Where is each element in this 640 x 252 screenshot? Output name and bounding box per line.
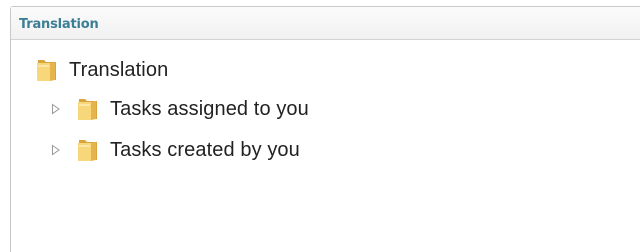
expand-triangle-icon[interactable] [50, 144, 62, 156]
tree-node-label[interactable]: Tasks created by you [110, 139, 300, 162]
tree-node-label[interactable]: Translation [69, 59, 168, 82]
tree-node-translation[interactable]: Translation [35, 57, 168, 83]
folder-icon [76, 137, 100, 163]
panel-title: Translation [19, 16, 99, 32]
folder-icon [35, 57, 59, 83]
expand-triangle-icon[interactable] [50, 103, 62, 115]
translation-panel: Translation Translation Tasks assigned t… [10, 6, 640, 252]
tree-node-tasks-assigned[interactable]: Tasks assigned to you [50, 96, 309, 122]
folder-icon [76, 96, 100, 122]
panel-header: Translation [11, 7, 640, 40]
tree-node-tasks-created[interactable]: Tasks created by you [50, 137, 300, 163]
tree-node-label[interactable]: Tasks assigned to you [110, 98, 309, 121]
